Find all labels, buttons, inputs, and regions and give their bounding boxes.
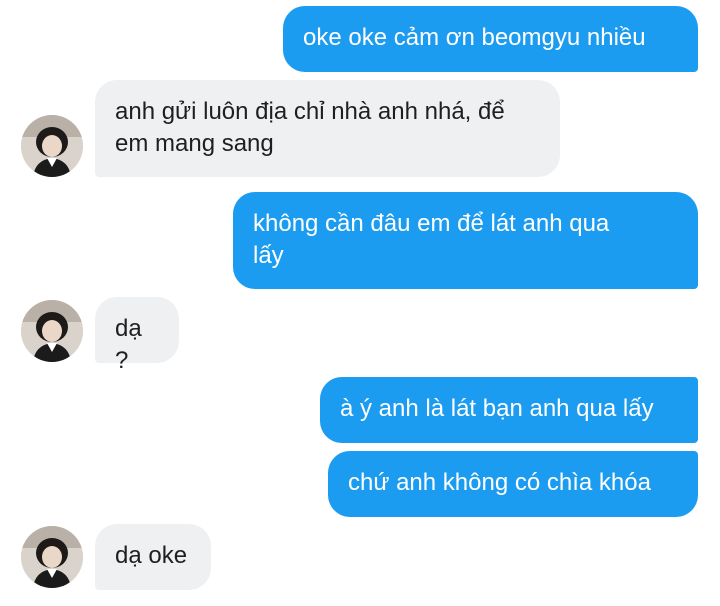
contact-avatar[interactable] — [21, 526, 83, 588]
contact-avatar[interactable] — [21, 115, 83, 177]
incoming-message[interactable]: dạ ? — [95, 297, 179, 374]
outgoing-message[interactable]: à ý anh là lát bạn anh qua lấy — [320, 377, 698, 443]
incoming-message[interactable]: anh gửi luôn địa chỉ nhà anh nhá, để em … — [95, 80, 560, 177]
avatar-icon — [21, 115, 83, 177]
contact-avatar[interactable] — [21, 300, 83, 362]
avatar-icon — [21, 300, 83, 362]
outgoing-message[interactable]: chứ anh không có chìa khóa — [328, 451, 698, 517]
incoming-message[interactable]: dạ oke — [95, 524, 211, 590]
avatar-icon — [21, 526, 83, 588]
outgoing-message[interactable]: oke oke cảm ơn beomgyu nhiều — [283, 6, 698, 72]
outgoing-message[interactable]: không cần đâu em để lát anh qua lấy — [233, 192, 698, 289]
